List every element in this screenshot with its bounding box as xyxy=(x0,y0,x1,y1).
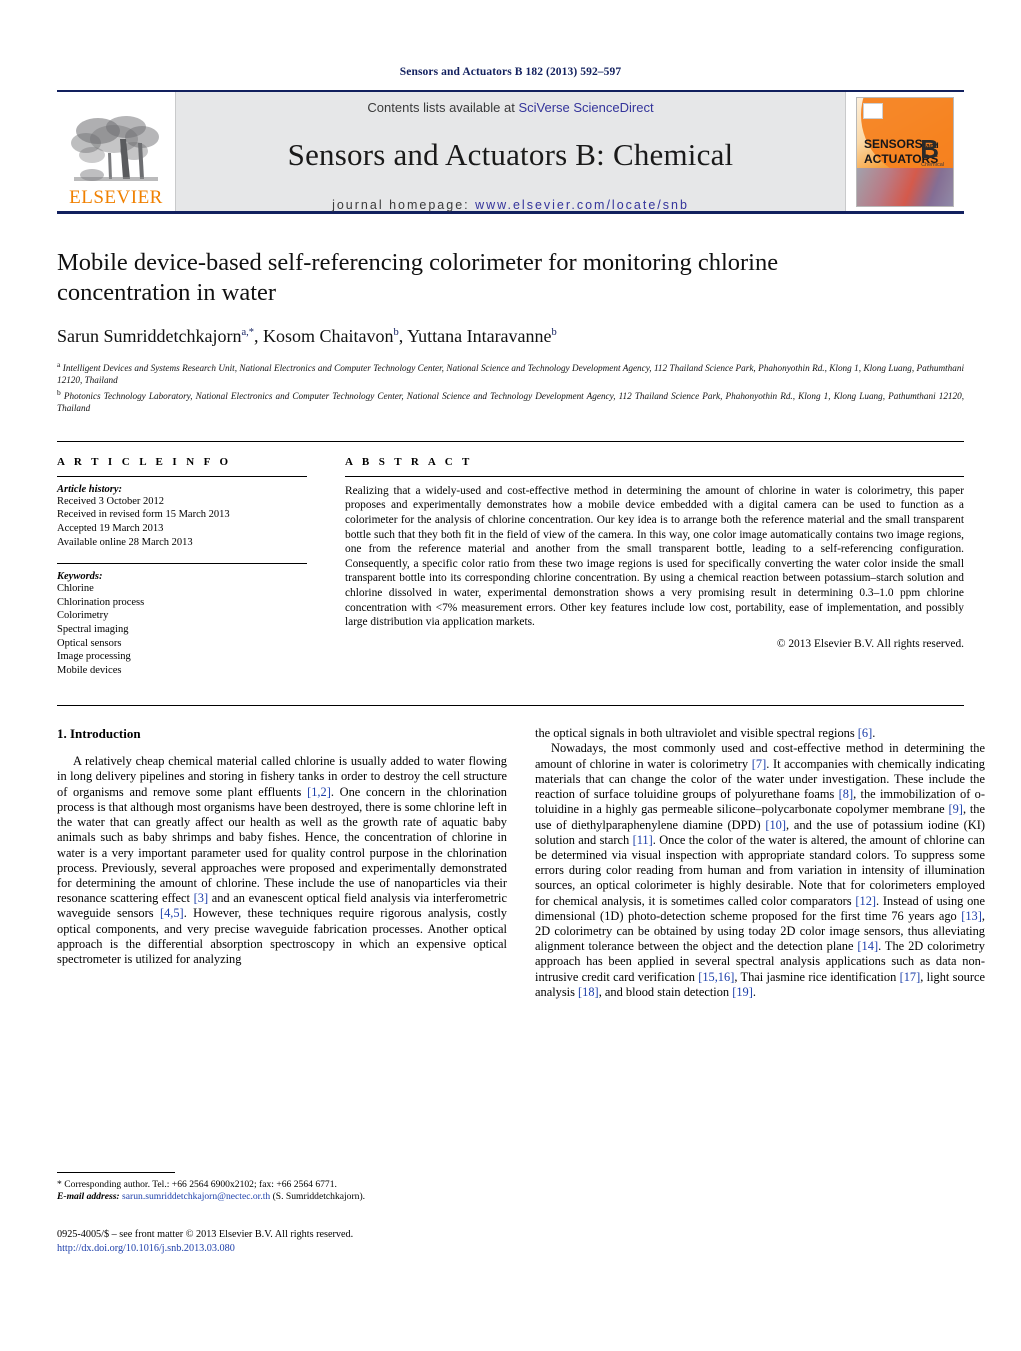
keyword-item: Image processing xyxy=(57,651,131,663)
citation-1-2[interactable]: [1,2] xyxy=(307,785,331,799)
elsevier-tree-icon xyxy=(71,116,159,181)
citation-10[interactable]: [10] xyxy=(765,818,786,832)
body-column-left: 1. Introduction A relatively cheap chemi… xyxy=(57,726,507,1175)
article-info-column: A R T I C L E I N F O Article history: R… xyxy=(57,456,307,678)
keywords-label: Keywords: xyxy=(57,571,103,583)
running-head: Sensors and Actuators B 182 (2013) 592–5… xyxy=(399,66,622,78)
citation-7[interactable]: [7] xyxy=(752,757,766,771)
info-abstract-row: A R T I C L E I N F O Article history: R… xyxy=(57,440,964,678)
citation-17[interactable]: [17] xyxy=(900,970,921,984)
article-info-rule xyxy=(57,475,307,477)
cover-sublabel: Chemical xyxy=(921,161,944,168)
page-title: Mobile device-based self-referencing col… xyxy=(57,249,779,306)
journal-masthead: ELSEVIER Contents lists available at Sci… xyxy=(57,90,964,212)
author-2: , Kosom Chaitavon xyxy=(254,326,394,346)
keywords-block: Keywords: Chlorine Chlorination process … xyxy=(57,563,307,677)
history-item: Received 3 October 2012 xyxy=(57,495,165,507)
citation-8[interactable]: [8] xyxy=(839,787,853,801)
citation-3[interactable]: [3] xyxy=(194,891,208,905)
right-text-o: . xyxy=(752,984,756,999)
citation-9[interactable]: [9] xyxy=(948,802,962,816)
author-3: , Yuttana Intaravanne xyxy=(398,326,552,346)
journal-band: Contents lists available at SciVerse Sci… xyxy=(175,92,846,212)
keyword-item: Mobile devices xyxy=(57,664,122,676)
keyword-item: Colorimetry xyxy=(57,610,109,622)
history-item: Available online 28 March 2013 xyxy=(57,536,193,548)
abstract-heading: A B S T R A C T xyxy=(345,455,473,468)
section-heading-introduction: 1. Introduction xyxy=(57,726,141,742)
keyword-item: Spectral imaging xyxy=(57,623,129,635)
right-text-a: the optical signals in both ultraviolet … xyxy=(535,726,858,741)
email-note: E-mail address: sarun.sumriddetchkajorn@… xyxy=(57,1191,507,1203)
intro-text-b: . One concern in the chlorination proces… xyxy=(57,784,507,906)
author-1: Sarun Sumriddetchkajorn xyxy=(57,326,242,346)
history-item: Received in revised form 15 March 2013 xyxy=(57,509,230,521)
cover-line-1: SENSORS xyxy=(864,136,923,151)
journal-title: Sensors and Actuators B: Chemical xyxy=(287,137,734,172)
abstract-column: A B S T R A C T Realizing that a widely-… xyxy=(345,456,964,678)
citation-12[interactable]: [12] xyxy=(855,894,876,908)
body-columns: 1. Introduction A relatively cheap chemi… xyxy=(57,705,985,1175)
keywords-rule xyxy=(57,563,307,565)
corresponding-author-note: * Corresponding author. Tel.: +66 2564 6… xyxy=(57,1179,337,1190)
email-owner: (S. Sumriddetchkajorn). xyxy=(270,1191,366,1203)
citation-6[interactable]: [6] xyxy=(858,726,872,740)
elsevier-wordmark: ELSEVIER xyxy=(69,187,163,208)
article-history-label: Article history: xyxy=(57,483,123,495)
author-3-affil-marker: b xyxy=(551,327,557,338)
footnote-area: * Corresponding author. Tel.: +66 2564 6… xyxy=(57,1172,507,1204)
elsevier-logo: ELSEVIER xyxy=(57,92,175,211)
keyword-item: Chlorine xyxy=(57,583,94,595)
sciencedirect-link[interactable]: SciVerse ScienceDirect xyxy=(518,100,653,115)
abstract-text: Realizing that a widely-used and cost-ef… xyxy=(345,484,964,629)
right-text-n: , and blood stain detection xyxy=(598,984,733,999)
cover-letter-b: B xyxy=(920,133,939,164)
affil-marker-a: a xyxy=(57,360,61,369)
abstract-rule xyxy=(345,475,964,477)
contents-prefix: Contents lists available at xyxy=(367,100,519,115)
citation-19[interactable]: [19] xyxy=(732,985,753,999)
article-info-heading: A R T I C L E I N F O xyxy=(57,455,232,468)
journal-homepage-line: journal homepage: www.elsevier.com/locat… xyxy=(332,198,689,212)
title-block: Mobile device-based self-referencing col… xyxy=(57,248,964,415)
affiliation-a-text: Intelligent Devices and Systems Research… xyxy=(57,363,964,386)
citation-15-16[interactable]: [15,16] xyxy=(698,970,734,984)
right-text-b: . xyxy=(872,726,876,741)
doi-link[interactable]: http://dx.doi.org/10.1016/j.snb.2013.03.… xyxy=(57,1242,517,1256)
citation-14[interactable]: [14] xyxy=(857,939,878,953)
contents-available-line: Contents lists available at SciVerse Sci… xyxy=(367,100,653,115)
abstract-copyright: © 2013 Elsevier B.V. All rights reserved… xyxy=(776,637,964,650)
imprint-block: 0925-4005/$ – see front matter © 2013 El… xyxy=(57,1228,517,1256)
paper-page: Sensors and Actuators B 182 (2013) 592–5… xyxy=(0,0,1021,1351)
intro-paragraph-left: A relatively cheap chemical material cal… xyxy=(57,754,507,967)
citation-4-5[interactable]: [4,5] xyxy=(160,906,184,920)
imprint-line: 0925-4005/$ – see front matter © 2013 El… xyxy=(57,1229,354,1240)
cover-image: SENSORS and ACTUATORS B Chemical xyxy=(856,96,954,207)
journal-homepage-link[interactable]: www.elsevier.com/locate/snb xyxy=(475,198,689,212)
citation-18[interactable]: [18] xyxy=(578,985,599,999)
citation-13[interactable]: [13] xyxy=(961,909,982,923)
right-text-l: , Thai jasmine rice identification xyxy=(734,969,900,984)
footnote-rule xyxy=(57,1172,175,1173)
citation-11[interactable]: [11] xyxy=(633,833,653,847)
affil-marker-b: b xyxy=(57,387,61,397)
affiliation-b-text: Photonics Technology Laboratory, Nationa… xyxy=(57,390,965,414)
homepage-prefix: journal homepage: xyxy=(332,198,476,212)
cover-elsevier-mark-icon xyxy=(863,102,883,119)
email-label: E-mail address: xyxy=(57,1191,120,1203)
author-1-affil-marker: a,* xyxy=(241,327,255,338)
keyword-item: Chlorination process xyxy=(57,596,145,608)
intro-paragraph-right-2: Nowadays, the most commonly used and cos… xyxy=(535,741,985,999)
affiliation-a: a Intelligent Devices and Systems Resear… xyxy=(57,359,964,387)
author-list: Sarun Sumriddetchkajorna,*, Kosom Chaita… xyxy=(57,326,964,347)
body-column-right: the optical signals in both ultraviolet … xyxy=(535,726,985,1175)
affiliation-b: b Photonics Technology Laboratory, Natio… xyxy=(57,387,964,415)
journal-cover-thumbnail: SENSORS and ACTUATORS B Chemical xyxy=(846,92,964,211)
intro-paragraph-right-continued: the optical signals in both ultraviolet … xyxy=(535,726,985,741)
keyword-item: Optical sensors xyxy=(57,637,122,649)
email-link[interactable]: sarun.sumriddetchkajorn@nectec.or.th xyxy=(120,1191,270,1202)
cover-bottom-graphic xyxy=(857,167,953,206)
affiliations: a Intelligent Devices and Systems Resear… xyxy=(57,359,964,415)
history-item: Accepted 19 March 2013 xyxy=(57,522,164,534)
